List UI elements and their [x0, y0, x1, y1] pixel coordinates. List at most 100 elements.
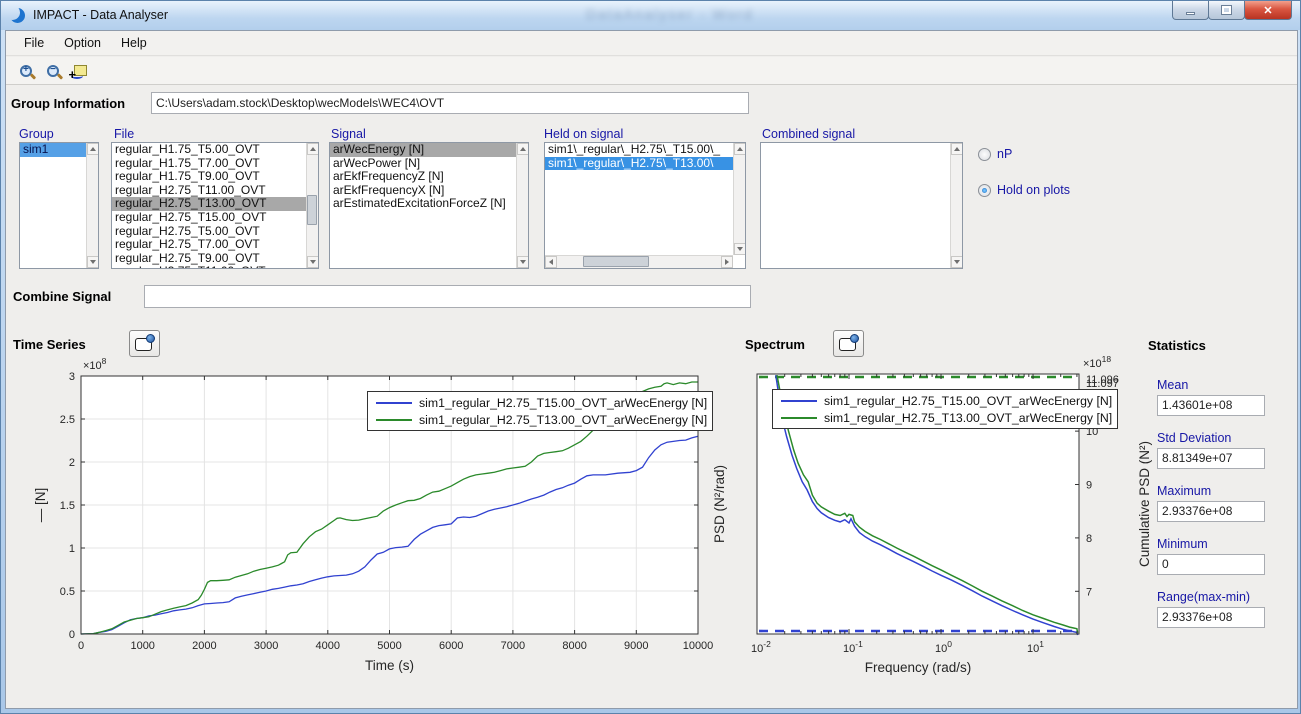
stat-value-box[interactable]: 8.81349e+07 [1157, 448, 1265, 469]
list-item[interactable]: arWecEnergy [N] [330, 143, 516, 157]
scroll-up-button[interactable] [307, 143, 319, 155]
group-path-input[interactable] [151, 92, 749, 114]
list-item[interactable]: sim1\_regular\_H2.75\_T15.00\_ [545, 143, 733, 157]
legend-entry: sim1_regular_H2.75_T13.00_OVT_arWecEnerg… [368, 411, 707, 428]
stat-std-deviation: Std Deviation 8.81349e+07 [1157, 431, 1267, 469]
scroll-down-button[interactable] [517, 256, 529, 268]
scroll-thumb[interactable] [583, 256, 649, 267]
svg-text:8000: 8000 [562, 640, 586, 652]
list-item[interactable]: arWecPower [N] [330, 157, 516, 171]
close-button[interactable]: ✕ [1244, 1, 1292, 20]
list-item[interactable]: regular_H3.75_T11.00_OVT [112, 265, 306, 268]
svg-text:— [N]: — [N] [33, 488, 48, 523]
scroll-up-button[interactable] [734, 143, 746, 155]
file-list-label: File [114, 127, 134, 141]
svg-text:9: 9 [1086, 480, 1092, 492]
svg-text:3: 3 [69, 371, 75, 383]
app-window: IMPACT - Data Analyser DataAnalyser - Wo… [0, 0, 1301, 714]
legend-label: sim1_regular_H2.75_T15.00_OVT_arWecEnerg… [419, 396, 707, 410]
time-series-label: Time Series [13, 337, 86, 352]
list-item[interactable]: regular_H1.75_T5.00_OVT [112, 143, 306, 157]
radio-np[interactable]: nP [978, 147, 1012, 161]
signal-listbox[interactable]: arWecEnergy [N]arWecPower [N]arEkfFreque… [329, 142, 529, 269]
scroll-down-button[interactable] [734, 243, 746, 255]
svg-text:2000: 2000 [192, 640, 216, 652]
radio-selected-icon[interactable] [978, 184, 991, 197]
stat-label: Range(max-min) [1157, 590, 1267, 604]
zoom-in-icon: + [20, 65, 32, 77]
svg-text:10-1: 10-1 [843, 639, 863, 655]
time-series-legend[interactable]: sim1_regular_H2.75_T15.00_OVT_arWecEnerg… [367, 391, 713, 431]
minimize-button[interactable] [1172, 1, 1209, 20]
svg-text:9000: 9000 [624, 640, 648, 652]
combine-signal-input[interactable] [144, 285, 751, 308]
scroll-down-button[interactable] [87, 256, 99, 268]
held-signal-listbox[interactable]: sim1\_regular\_H2.75\_T15.00\_sim1\_regu… [544, 142, 746, 269]
scrollbar[interactable] [950, 143, 962, 268]
list-item[interactable]: arEkfFrequencyX [N] [330, 184, 516, 198]
menu-item-help[interactable]: Help [111, 33, 157, 53]
list-item[interactable]: regular_H1.75_T7.00_OVT [112, 157, 306, 171]
file-listbox[interactable]: regular_H1.75_T5.00_OVTregular_H1.75_T7.… [111, 142, 319, 269]
scroll-right-button[interactable] [721, 256, 733, 268]
scroll-thumb[interactable] [307, 195, 317, 225]
stat-label: Minimum [1157, 537, 1267, 551]
list-item[interactable]: regular_H2.75_T5.00_OVT [112, 225, 306, 239]
stat-value-box[interactable]: 0 [1157, 554, 1265, 575]
stat-label: Std Deviation [1157, 431, 1267, 445]
legend-label: sim1_regular_H2.75_T13.00_OVT_arWecEnerg… [824, 411, 1112, 425]
svg-text:7: 7 [1086, 586, 1092, 598]
list-item[interactable]: arEkfFrequencyZ [N] [330, 170, 516, 184]
zoom-in-button[interactable]: + [14, 60, 38, 82]
menu-item-option[interactable]: Option [54, 33, 111, 53]
minimize-icon [1186, 12, 1195, 15]
scroll-up-button[interactable] [87, 143, 99, 155]
scrollbar[interactable] [733, 143, 745, 255]
group-listbox[interactable]: sim1 [19, 142, 99, 269]
stat-value-box[interactable]: 2.93376e+08 [1157, 501, 1265, 522]
close-icon: ✕ [1263, 4, 1272, 17]
svg-text:×1018: ×1018 [1083, 354, 1111, 370]
scroll-left-button[interactable] [545, 256, 557, 268]
combined-list-label: Combined signal [762, 127, 855, 141]
scroll-down-button[interactable] [307, 256, 319, 268]
maximize-button[interactable] [1208, 1, 1245, 20]
titlebar[interactable]: IMPACT - Data Analyser DataAnalyser - Wo… [1, 1, 1300, 30]
svg-text:101: 101 [1027, 639, 1044, 655]
svg-text:8: 8 [1086, 533, 1092, 545]
combined-signal-listbox[interactable] [760, 142, 963, 269]
svg-text:Frequency (rad/s): Frequency (rad/s) [865, 660, 972, 675]
stat-value-box[interactable]: 1.43601e+08 [1157, 395, 1265, 416]
list-item[interactable]: sim1 [20, 143, 86, 157]
radio-unselected-icon[interactable] [978, 148, 991, 161]
legend-entry: sim1_regular_H2.75_T13.00_OVT_arWecEnerg… [773, 409, 1112, 426]
list-item[interactable]: arEstimatedExcitationForceZ [N] [330, 197, 516, 211]
scrollbar[interactable] [86, 143, 98, 268]
svg-text:Time (s): Time (s) [365, 658, 414, 673]
legend-line-sample [781, 400, 817, 402]
stat-value-box[interactable]: 2.93376e+08 [1157, 607, 1265, 628]
list-item[interactable]: regular_H2.75_T7.00_OVT [112, 238, 306, 252]
spectrum-legend[interactable]: sim1_regular_H2.75_T15.00_OVT_arWecEnerg… [772, 389, 1118, 429]
list-item[interactable]: regular_H2.75_T9.00_OVT [112, 252, 306, 266]
horizontal-scrollbar[interactable] [545, 255, 733, 268]
list-item[interactable]: regular_H2.75_T15.00_OVT [112, 211, 306, 225]
list-item[interactable]: regular_H2.75_T11.00_OVT [112, 184, 306, 198]
zoom-out-button[interactable]: − [41, 60, 65, 82]
menu-item-file[interactable]: File [14, 33, 54, 53]
signal-list-label: Signal [331, 127, 366, 141]
scroll-up-button[interactable] [951, 143, 963, 155]
list-item[interactable]: sim1\_regular\_H2.75\_T13.00\ [545, 157, 733, 171]
data-cursor-button[interactable] [68, 60, 92, 82]
stat-mean: Mean1.43601e+08 [1157, 378, 1267, 416]
scroll-down-button[interactable] [951, 256, 963, 268]
scroll-up-button[interactable] [517, 143, 529, 155]
app-icon [10, 8, 25, 23]
scrollbar[interactable] [516, 143, 528, 268]
list-item[interactable]: regular_H1.75_T9.00_OVT [112, 170, 306, 184]
scrollbar[interactable] [306, 143, 318, 268]
list-item[interactable]: regular_H2.75_T13.00_OVT [112, 197, 306, 211]
svg-text:100: 100 [935, 639, 952, 655]
radio-hold-on-plots[interactable]: Hold on plots [978, 183, 1070, 197]
radio-label: Hold on plots [997, 183, 1070, 197]
